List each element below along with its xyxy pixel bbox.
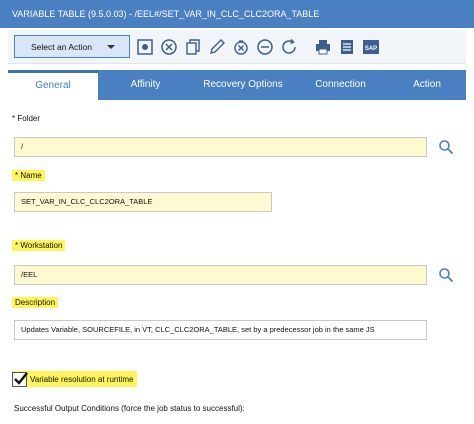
- successful-output-conditions-label: Successful Output Conditions (force the …: [14, 404, 245, 413]
- checkmark-icon: [14, 371, 28, 385]
- folder-field[interactable]: /: [14, 137, 427, 157]
- name-field[interactable]: SET_VAR_IN_CLC_CLC2ORA_TABLE: [14, 192, 272, 212]
- list-icon[interactable]: [338, 38, 356, 56]
- folder-search-icon[interactable]: [438, 139, 454, 155]
- variable-resolution-row: Variable resolution at runtime: [12, 371, 138, 387]
- select-action-label: Select an Action: [31, 41, 92, 52]
- workstation-search-icon[interactable]: [438, 267, 454, 283]
- remove-icon[interactable]: [256, 38, 274, 56]
- sap-icon-text: SAP: [365, 46, 377, 52]
- toolbar: Select an Action SAP: [8, 30, 466, 64]
- chevron-down-icon: [107, 45, 115, 49]
- tab-action[interactable]: Action: [388, 70, 466, 100]
- workstation-label: * Workstation: [12, 240, 66, 251]
- tab-general[interactable]: General: [8, 70, 98, 100]
- window-title: VARIABLE TABLE (9.5.0.03) - /EEL#/SET_VA…: [0, 0, 474, 28]
- tab-affinity[interactable]: Affinity: [98, 70, 193, 100]
- cancel-icon[interactable]: [160, 38, 178, 56]
- variable-resolution-label: Variable resolution at runtime: [30, 374, 134, 384]
- print-icon[interactable]: [314, 38, 332, 56]
- tab-recovery-options[interactable]: Recovery Options: [193, 70, 293, 100]
- save-icon[interactable]: [136, 38, 154, 56]
- variable-resolution-checkbox[interactable]: [12, 371, 28, 387]
- select-action-dropdown[interactable]: Select an Action: [14, 35, 130, 58]
- description-field[interactable]: Updates Variable, SOURCEFILE, in VT, CLC…: [14, 320, 427, 340]
- delete-icon[interactable]: [232, 38, 250, 56]
- name-label: * Name: [12, 170, 45, 181]
- sap-icon[interactable]: SAP: [362, 38, 380, 56]
- edit-icon[interactable]: [208, 38, 226, 56]
- description-label: Description: [12, 297, 59, 308]
- workstation-field[interactable]: /EEL: [14, 265, 427, 285]
- refresh-icon[interactable]: [280, 38, 298, 56]
- tab-bar: General Affinity Recovery Options Connec…: [8, 70, 466, 100]
- folder-label: * Folder: [12, 114, 41, 123]
- copy-icon[interactable]: [184, 38, 202, 56]
- variable-table-window: VARIABLE TABLE (9.5.0.03) - /EEL#/SET_VA…: [0, 0, 474, 424]
- tab-connection[interactable]: Connection: [293, 70, 388, 100]
